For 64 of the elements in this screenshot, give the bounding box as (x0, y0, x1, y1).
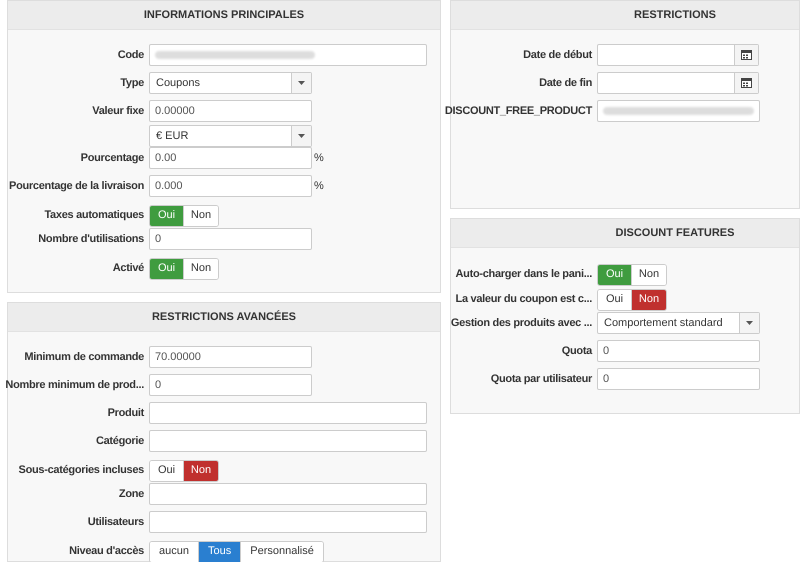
toggle-option[interactable]: Non (184, 258, 218, 278)
toggle-option[interactable]: Non (184, 206, 218, 226)
calendar-icon (741, 50, 752, 60)
calendar-icon (741, 78, 752, 88)
field-label: Quota (562, 344, 592, 359)
input-field[interactable]: 70.00000 (149, 346, 312, 368)
toggle-option[interactable]: Personnalisé (241, 542, 323, 562)
field-label: Type (120, 76, 144, 91)
date-field[interactable] (597, 72, 759, 94)
input-field[interactable]: 0 (149, 228, 312, 250)
input-field[interactable] (149, 402, 427, 424)
field-label: Pourcentage (80, 151, 144, 166)
field-label: Gestion des produits avec ... (450, 316, 592, 331)
input-field[interactable] (149, 511, 427, 533)
toggle-option[interactable]: aucun (150, 542, 199, 562)
field-label: Valeur fixe (92, 104, 144, 119)
input-field[interactable]: 0 (149, 374, 312, 396)
field-label: Minimum de commande (24, 350, 144, 365)
date-field[interactable] (597, 44, 759, 66)
toggle-option[interactable]: Oui (150, 460, 184, 480)
field-label: Sous-catégories incluses (18, 463, 144, 478)
field-label: Nombre minimum de prod... (5, 378, 144, 393)
toggle-option[interactable]: Non (184, 460, 218, 480)
panel-title: RESTRICTIONS AVANCÉES (152, 309, 296, 325)
input-field[interactable]: 0 (597, 368, 760, 390)
field-label: Taxes automatiques (44, 208, 144, 224)
caret-icon (298, 81, 305, 85)
caret-icon (746, 321, 753, 325)
input-field[interactable]: 0.00000 (149, 100, 312, 122)
panel-title: RESTRICTIONS (633, 8, 716, 23)
select-field[interactable]: € EUR (149, 125, 312, 147)
field-label: Code (118, 48, 144, 63)
toggle-option[interactable]: Non (632, 264, 666, 284)
percent-sign: % (314, 150, 324, 166)
input-field[interactable] (149, 44, 427, 66)
toggle-option[interactable]: Oui (598, 290, 632, 310)
field-label: Nombre d'utilisations (38, 232, 144, 247)
toggle-option[interactable]: Non (632, 290, 666, 310)
percent-sign: % (314, 178, 324, 194)
field-label: Produit (108, 406, 144, 421)
toggle-option[interactable]: Tous (198, 542, 242, 562)
field-label: Auto-charger dans le pani... (456, 267, 592, 282)
input-field[interactable] (149, 430, 427, 452)
input-field[interactable]: 0.00 (149, 147, 312, 169)
input-field[interactable] (149, 483, 427, 505)
input-field[interactable]: 0 (597, 340, 760, 362)
field-label: Activé (112, 261, 144, 276)
field-label: Pourcentage de la livraison (9, 179, 144, 194)
panel-title: DISCOUNT FEATURES (614, 226, 734, 241)
field-label: Niveau d'accès (69, 544, 144, 560)
select-field[interactable]: Comportement standard (597, 312, 760, 334)
field-label: Catégorie (96, 434, 144, 449)
field-label: Quota par utilisateur (490, 372, 592, 387)
caret-icon (298, 134, 305, 138)
field-label: La valeur du coupon est c... (456, 292, 592, 308)
field-label: Date de début (523, 48, 592, 63)
input-field[interactable]: 0.000 (149, 175, 312, 197)
select-field[interactable]: Coupons (149, 72, 312, 94)
panel-title: INFORMATIONS PRINCIPALES (144, 8, 304, 23)
field-label: Zone (118, 487, 144, 502)
input-field[interactable] (597, 100, 760, 122)
field-label: Date de fin (539, 76, 592, 91)
field-label: Utilisateurs (88, 515, 144, 530)
field-label: DISCOUNT_FREE_PRODUCT (444, 104, 592, 119)
